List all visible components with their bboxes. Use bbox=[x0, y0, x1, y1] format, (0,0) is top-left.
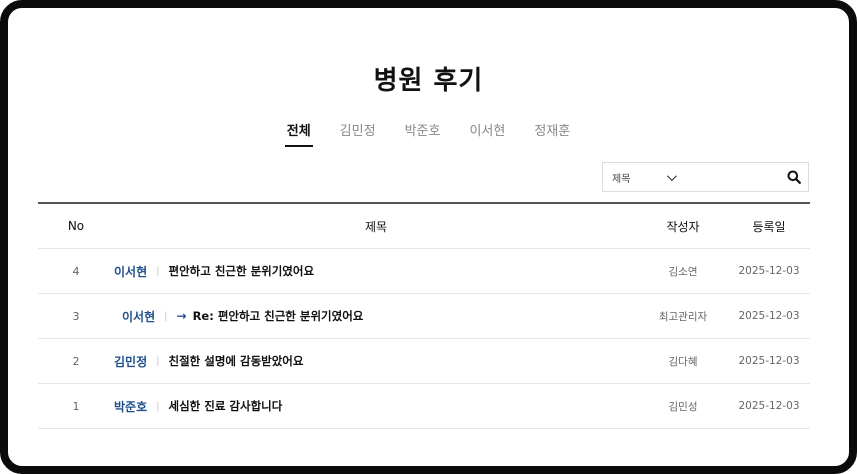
post-title-link[interactable]: 친절한 설명에 감동받았어요 bbox=[169, 353, 304, 369]
search-field-select[interactable]: 제목 bbox=[603, 170, 678, 185]
row-date: 2025-12-03 bbox=[738, 265, 800, 277]
tab-all[interactable]: 전체 bbox=[284, 120, 313, 147]
row-title-cell: 이서현 | 편안하고 친근한 분위기였어요 bbox=[114, 263, 638, 280]
row-author: 김민성 bbox=[668, 400, 698, 413]
doctor-name: 김민정 bbox=[114, 354, 148, 369]
divider: | bbox=[156, 265, 160, 277]
divider: | bbox=[156, 355, 160, 367]
tab-lee-seohyeon[interactable]: 이서현 bbox=[467, 120, 507, 147]
row-date: 2025-12-03 bbox=[738, 310, 800, 322]
table-row[interactable]: 1 박준호 | 세심한 진료 감사합니다 김민성 2025-12-03 bbox=[38, 384, 810, 429]
divider: | bbox=[164, 310, 168, 322]
search-button[interactable] bbox=[780, 163, 808, 191]
post-title-link[interactable]: Re: 편안하고 친근한 분위기였어요 bbox=[193, 308, 364, 324]
search-bar: 제목 bbox=[602, 162, 809, 192]
row-number: 4 bbox=[72, 264, 80, 278]
divider: | bbox=[156, 400, 160, 412]
row-author: 김소연 bbox=[668, 265, 698, 278]
chevron-down-icon bbox=[666, 170, 677, 181]
row-title-cell: 김민정 | 친절한 설명에 감동받았어요 bbox=[114, 353, 638, 370]
table-header: No 제목 작성자 등록일 bbox=[38, 204, 810, 249]
search-field-select-value: 제목 bbox=[612, 173, 631, 185]
tab-kim-minjeong[interactable]: 김민정 bbox=[338, 120, 378, 147]
header-date: 등록일 bbox=[752, 219, 786, 234]
reply-arrow-icon: → bbox=[176, 309, 187, 323]
table-row[interactable]: 2 김민정 | 친절한 설명에 감동받았어요 김다혜 2025-12-03 bbox=[38, 339, 810, 384]
page-frame: 병원 후기 전체 김민정 박준호 이서현 정재훈 제목 No 제목 작성자 등록… bbox=[0, 0, 857, 474]
search-input[interactable] bbox=[678, 164, 780, 190]
row-author: 최고관리자 bbox=[658, 310, 708, 323]
row-number: 1 bbox=[72, 399, 80, 413]
row-date: 2025-12-03 bbox=[738, 355, 800, 367]
row-title-cell: 이서현 | → Re: 편안하고 친근한 분위기였어요 bbox=[114, 308, 638, 325]
page-title: 병원 후기 bbox=[373, 66, 484, 96]
row-date: 2025-12-03 bbox=[738, 400, 800, 412]
row-title-cell: 박준호 | 세심한 진료 감사합니다 bbox=[114, 398, 638, 415]
post-title-link[interactable]: 세심한 진료 감사합니다 bbox=[169, 398, 283, 414]
row-author: 김다혜 bbox=[668, 355, 698, 368]
header-author: 작성자 bbox=[666, 219, 700, 234]
header-title: 제목 bbox=[364, 219, 388, 234]
doctor-filter-tabs: 전체 김민정 박준호 이서현 정재훈 bbox=[8, 120, 849, 147]
header-no: No bbox=[67, 219, 85, 233]
search-icon bbox=[787, 170, 801, 184]
doctor-name: 이서현 bbox=[122, 309, 156, 324]
review-table: No 제목 작성자 등록일 4 이서현 | 편안하고 친근한 분위기였어요 김소… bbox=[38, 202, 810, 429]
tab-park-junho[interactable]: 박준호 bbox=[403, 120, 443, 147]
table-row[interactable]: 4 이서현 | 편안하고 친근한 분위기였어요 김소연 2025-12-03 bbox=[38, 249, 810, 294]
table-row[interactable]: 3 이서현 | → Re: 편안하고 친근한 분위기였어요 최고관리자 2025… bbox=[38, 294, 810, 339]
post-title-link[interactable]: 편안하고 친근한 분위기였어요 bbox=[169, 263, 315, 279]
row-number: 2 bbox=[72, 354, 80, 368]
doctor-name: 이서현 bbox=[114, 264, 148, 279]
doctor-name: 박준호 bbox=[114, 399, 148, 414]
tab-jeong-jaehun[interactable]: 정재훈 bbox=[532, 120, 572, 147]
row-number: 3 bbox=[72, 309, 80, 323]
